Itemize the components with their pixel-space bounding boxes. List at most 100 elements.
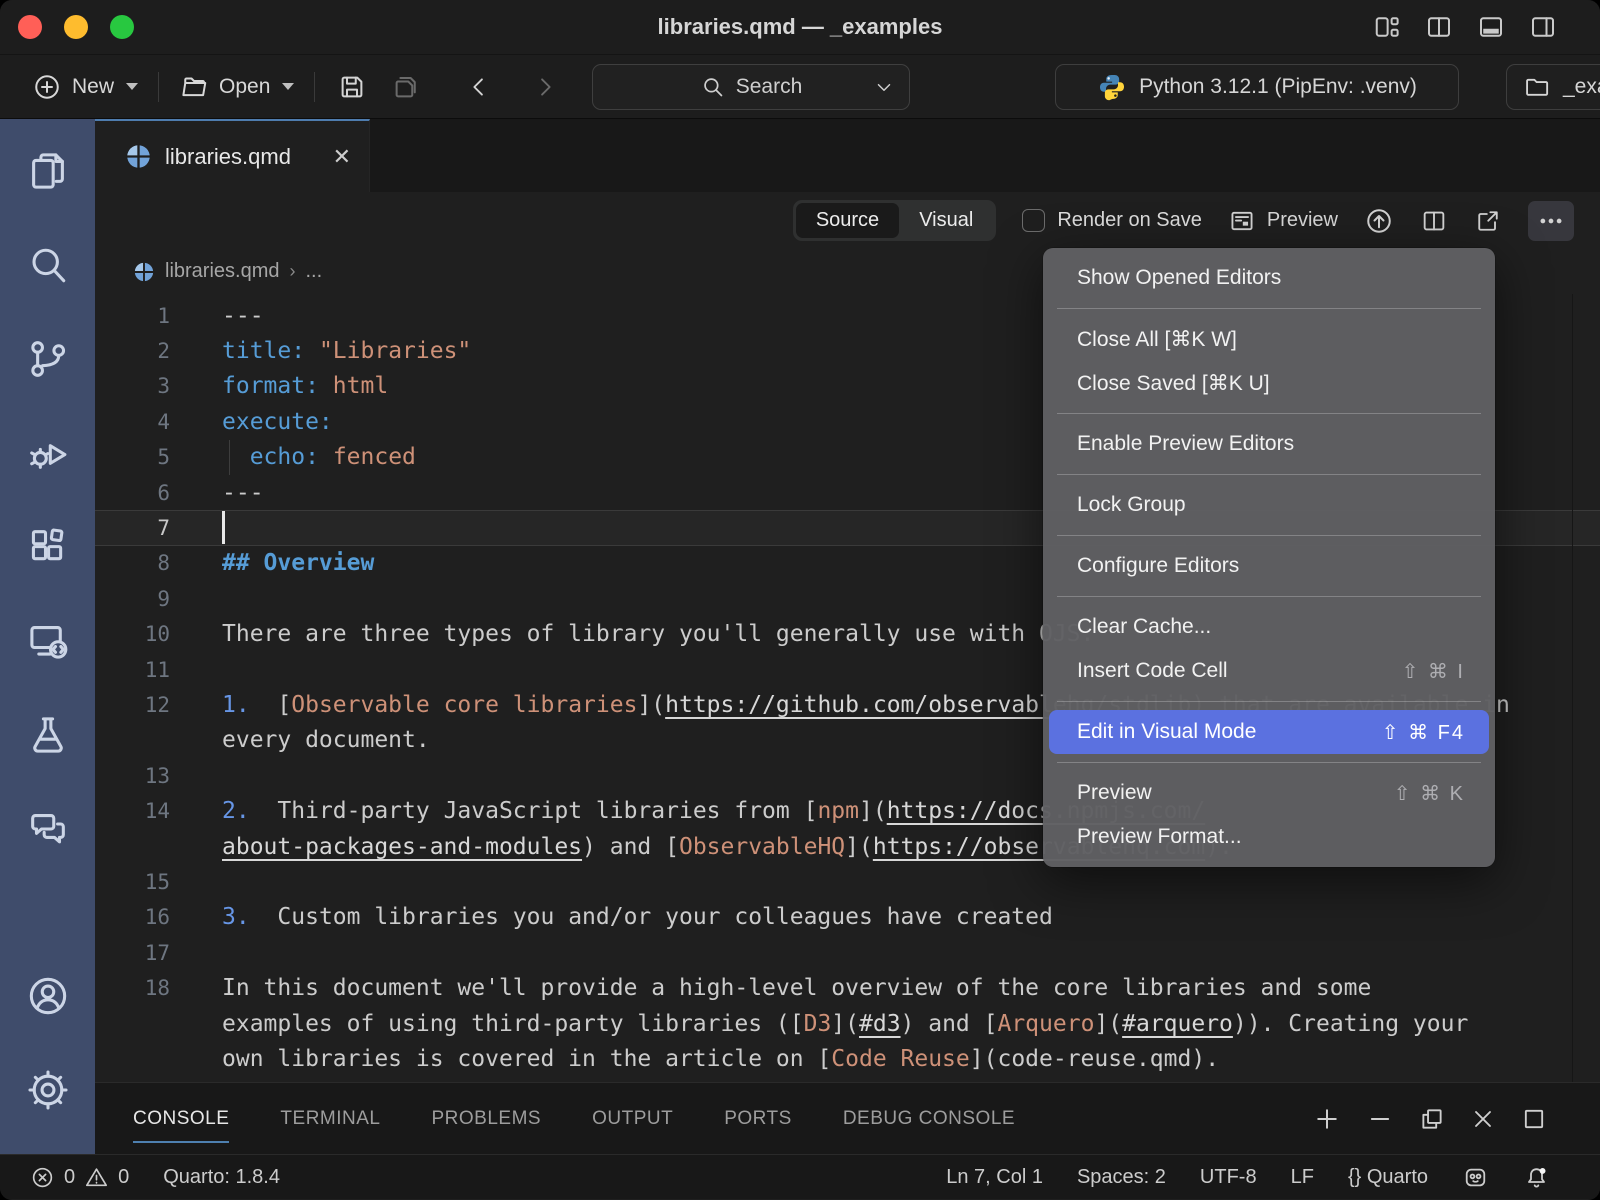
tab-libraries-qmd[interactable]: libraries.qmd ✕ [95,119,370,192]
code-line-16[interactable]: 163. Custom libraries you and/or your co… [95,900,1600,935]
activity-bar-item-settings-gear[interactable] [18,1060,78,1120]
code-line-15[interactable]: 15 [95,864,1600,899]
save-icon[interactable] [337,72,367,102]
quarto-file-icon [125,143,152,170]
toggle-panel-icon[interactable] [1476,12,1506,42]
status-item-spaces-2[interactable]: Spaces: 2 [1077,1166,1166,1189]
visual-mode-button[interactable]: Visual [899,203,993,238]
code-text: --- [222,480,264,506]
toggle-secondary-sidebar-icon[interactable] [1528,12,1558,42]
menu-item-label: Insert Code Cell [1077,659,1228,683]
feedback-smiley-icon[interactable] [1462,1164,1489,1191]
panel-tab-terminal[interactable]: TERMINAL [280,1083,380,1154]
maximize-panel-icon[interactable] [1520,1104,1548,1134]
line-number: 18 [95,976,170,1000]
folder-icon [1523,73,1551,101]
workspace-button[interactable]: _examples [1506,64,1600,110]
status-item-quarto-1-8-4[interactable]: Quarto: 1.8.4 [163,1166,280,1189]
code-line-17[interactable]: 17 [95,935,1600,970]
activity-bar-item-run-debug[interactable] [18,423,78,483]
tab-bar: libraries.qmd ✕ [95,119,1600,192]
render-on-save-checkbox[interactable] [1022,209,1045,232]
window-layout-controls [1372,12,1558,42]
status-item-lf[interactable]: LF [1291,1166,1314,1189]
activity-bar-item-account[interactable] [18,966,78,1026]
search-placeholder: Search [736,75,803,99]
chevron-down-icon[interactable] [873,76,895,98]
titlebar: libraries.qmd — _examples [0,0,1600,55]
preview-button[interactable]: Preview [1228,207,1338,235]
restore-panel-icon[interactable] [1418,1104,1446,1134]
panel-actions [1312,1104,1600,1134]
preview-icon [1228,207,1256,235]
breadcrumb-file[interactable]: libraries.qmd [165,260,279,283]
menu-item-edit-in-visual-mode[interactable]: Edit in Visual Mode⇧ ⌘ F4 [1049,710,1489,754]
line-number: 1 [95,304,170,328]
activity-bar-item-testing[interactable] [18,705,78,765]
panel-tab-console[interactable]: CONSOLE [133,1083,229,1154]
panel-tab-output[interactable]: OUTPUT [592,1083,673,1154]
code-line-18[interactable]: 18 In this document we'll provide a high-… [95,970,1600,1005]
menu-item-clear-cache[interactable]: Clear Cache... [1049,605,1489,649]
back-icon[interactable] [465,73,493,101]
new-button-label: New [72,75,114,99]
new-button[interactable]: New [22,72,148,102]
close-window-button[interactable] [18,15,42,39]
activity-bar-item-search[interactable] [18,235,78,295]
panel-tab-debug-console[interactable]: DEBUG CONSOLE [843,1083,1015,1154]
activity-bar-item-extensions[interactable] [18,517,78,577]
search-input[interactable]: Search [592,64,910,110]
menu-item-show-opened-editors[interactable]: Show Opened Editors [1049,256,1489,300]
forward-icon[interactable] [531,73,559,101]
split-editor-icon[interactable] [1424,12,1454,42]
problems-status[interactable]: 00 [30,1165,129,1190]
status-item-utf-8[interactable]: UTF-8 [1200,1166,1257,1189]
menu-item-label: Clear Cache... [1077,615,1211,639]
menu-item-preview[interactable]: Preview⇧ ⌘ K [1049,771,1489,815]
menu-item-enable-preview-editors[interactable]: Enable Preview Editors [1049,422,1489,466]
interpreter-selector[interactable]: Python 3.12.1 (PipEnv: .venv) [1055,64,1459,110]
activity-bar-item-sessions[interactable] [18,611,78,671]
code-text: format: html [222,373,388,399]
activity-bar-item-chat[interactable] [18,799,78,859]
minimize-window-button[interactable] [64,15,88,39]
chevron-right-icon: › [289,261,295,282]
notifications-bell-icon[interactable] [1523,1164,1550,1191]
plus-icon[interactable] [1312,1104,1342,1134]
open-in-new-window-icon[interactable] [1474,207,1502,235]
zoom-window-button[interactable] [110,15,134,39]
error-count: 0 [64,1166,75,1189]
minimize-icon[interactable] [1365,1104,1395,1134]
publish-icon[interactable] [1364,206,1394,236]
split-editor-icon[interactable] [1420,207,1448,235]
menu-item-preview-format[interactable]: Preview Format... [1049,815,1489,859]
window-title: libraries.qmd — _examples [0,14,1600,40]
code-text: echo: fenced [222,444,416,470]
code-text: In this document we'll provide a high-le… [222,975,1371,1001]
more-actions-icon[interactable] [1528,201,1574,241]
menu-item-configure-editors[interactable]: Configure Editors [1049,544,1489,588]
close-icon[interactable] [1469,1104,1497,1134]
customize-layout-icon[interactable] [1372,12,1402,42]
source-mode-button[interactable]: Source [796,203,899,238]
activity-bar-item-explorer[interactable] [18,141,78,201]
activity-bar-item-source-control[interactable] [18,329,78,389]
breadcrumb-more[interactable]: ... [305,260,322,283]
panel-tab-ports[interactable]: PORTS [724,1083,792,1154]
panel-tab-problems[interactable]: PROBLEMS [432,1083,542,1154]
menu-item-insert-code-cell[interactable]: Insert Code Cell⇧ ⌘ I [1049,649,1489,693]
line-number: 10 [95,622,170,646]
menu-item-lock-group[interactable]: Lock Group [1049,483,1489,527]
save-all-icon[interactable] [391,72,421,102]
line-number: 17 [95,941,170,965]
code-line-wrap[interactable]: examples of using third-party libraries … [95,1006,1600,1041]
render-on-save-option[interactable]: Render on Save [1022,209,1202,232]
status-item-quarto[interactable]: {} Quarto [1348,1166,1428,1189]
menu-item-close-saved-k-u[interactable]: Close Saved [⌘K U] [1049,361,1489,405]
open-button[interactable]: Open [169,72,304,102]
tab-close-icon[interactable]: ✕ [333,144,351,170]
line-number: 15 [95,870,170,894]
status-item-ln-7-col-1[interactable]: Ln 7, Col 1 [946,1166,1043,1189]
code-line-wrap[interactable]: own libraries is covered in the article … [95,1041,1600,1076]
menu-item-close-all-k-w[interactable]: Close All [⌘K W] [1049,317,1489,361]
